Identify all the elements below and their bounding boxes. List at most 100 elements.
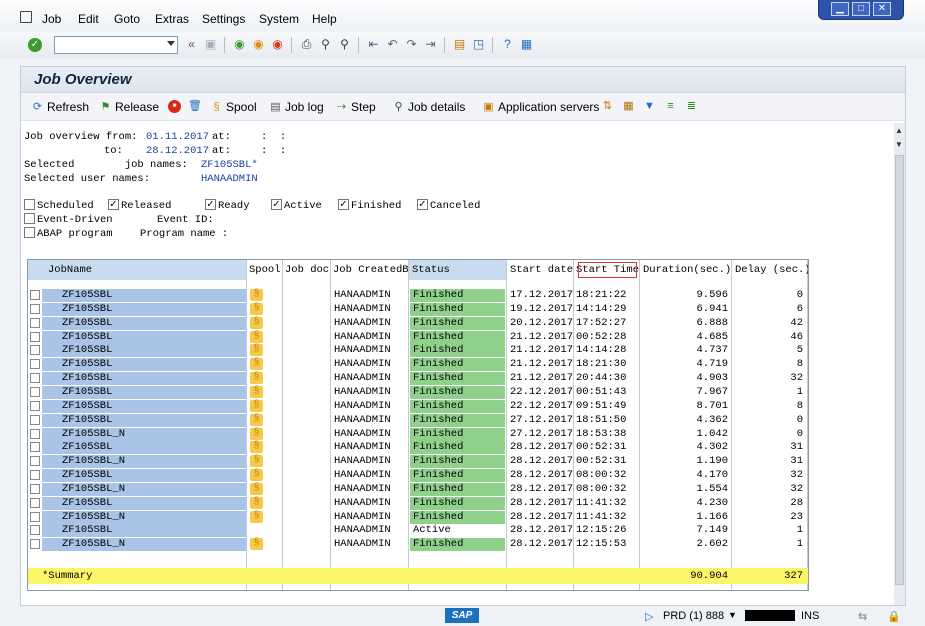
column-header-status[interactable]: Status <box>409 260 506 280</box>
row-select-checkbox[interactable] <box>30 442 40 453</box>
release-button[interactable]: ⚑ Release <box>99 100 159 114</box>
spool-icon[interactable]: § <box>250 469 263 482</box>
table-row[interactable]: ZF105SBL_N § HANAADMIN Finished 28.12.2017 12… <box>28 538 808 552</box>
row-select-checkbox[interactable] <box>30 511 40 522</box>
exit-icon[interactable]: ◉ <box>251 37 266 52</box>
table-row[interactable]: ZF105SBL § HANAADMIN Finished 21.12.2017 20:4… <box>28 372 808 386</box>
column-header-jobname[interactable]: JobName <box>28 260 246 280</box>
spool-icon[interactable]: § <box>250 372 263 385</box>
row-select-checkbox[interactable] <box>30 539 40 550</box>
jobname-cell[interactable]: ZF105SBL <box>42 358 246 372</box>
menu-extras[interactable]: Extras <box>155 12 189 26</box>
vertical-scrollbar[interactable]: ▲ ▼ <box>894 123 905 605</box>
table-row[interactable]: ZF105SBL § HANAADMIN Finished 21.12.2017 14:1… <box>28 344 808 358</box>
jobname-cell[interactable]: ZF105SBL <box>42 330 246 344</box>
scroll-up-icon[interactable]: ▲ <box>895 126 903 135</box>
delete-button[interactable]: 🗑 <box>188 100 202 113</box>
scheduled-checkbox[interactable] <box>24 199 35 210</box>
jobname-cell[interactable]: ZF105SBL <box>42 441 246 455</box>
column-header-start-date[interactable]: Start date <box>510 260 574 280</box>
menu-goto[interactable]: Goto <box>114 12 140 26</box>
row-select-checkbox[interactable] <box>30 373 40 384</box>
table-row[interactable]: ZF105SBL § HANAADMIN Finished 28.12.2017 00:5… <box>28 441 808 455</box>
row-select-checkbox[interactable] <box>30 414 40 425</box>
released-checkbox[interactable] <box>108 197 119 211</box>
column-header-start-time[interactable]: Start Time <box>576 260 639 280</box>
jobname-cell[interactable]: ZF105SBL <box>42 289 246 302</box>
jobname-cell[interactable]: ZF105SBL <box>42 372 246 386</box>
jobname-cell[interactable]: ZF105SBL_N <box>42 427 246 441</box>
table-row[interactable]: ZF105SBL_N § HANAADMIN Finished 28.12.2017 00… <box>28 455 808 469</box>
menu-help[interactable]: Help <box>312 12 337 26</box>
scroll-up-icon[interactable]: ▼ <box>895 140 903 149</box>
find-next-icon[interactable]: ⚲ <box>337 37 352 52</box>
row-select-checkbox[interactable] <box>30 331 40 342</box>
active-checkbox[interactable] <box>271 197 282 211</box>
application-servers-button[interactable]: ▣ Application servers <box>482 100 599 114</box>
table-row[interactable]: ZF105SBL § HANAADMIN Finished 22.12.2017 00:5… <box>28 385 808 400</box>
jobname-cell[interactable]: ZF105SBL <box>42 399 246 413</box>
minimize-icon[interactable]: ▁ <box>831 2 849 16</box>
jobname-cell[interactable]: ZF105SBL <box>42 496 246 510</box>
enter-icon[interactable]: ✓ <box>28 38 42 52</box>
layout-button[interactable]: ▦ <box>622 100 635 113</box>
menu-settings[interactable]: Settings <box>202 12 245 26</box>
spool-icon[interactable]: § <box>250 385 263 398</box>
row-select-checkbox[interactable] <box>30 483 40 494</box>
play-icon[interactable]: ▷ <box>645 610 653 623</box>
table-row[interactable]: ZF105SBL § HANAADMIN Finished 28.12.2017 08:0… <box>28 469 808 483</box>
spool-icon[interactable]: § <box>250 316 263 329</box>
layout-icon[interactable]: ⇆ <box>858 610 867 623</box>
table-row[interactable]: ZF105SBL_N § HANAADMIN Finished 28.12.2017 08… <box>28 482 808 497</box>
table-row[interactable]: ZF105SBL § HANAADMIN Finished 28.12.2017 11:4… <box>28 496 808 511</box>
jobname-cell[interactable]: ZF105SBL_N <box>42 455 246 469</box>
column-header-spool[interactable]: Spool <box>249 260 283 280</box>
chevron-down-icon[interactable] <box>167 41 175 46</box>
jobname-cell[interactable]: ZF105SBL_N <box>42 538 246 552</box>
spool-icon[interactable]: § <box>250 427 263 440</box>
table-row[interactable]: ZF105SBL_N § HANAADMIN Finished 28.12.2017 11… <box>28 510 808 525</box>
table-row[interactable]: ZF105SBL § HANAADMIN Finished 27.12.2017 18:5… <box>28 413 808 428</box>
subtotal-button[interactable]: ≣ <box>685 100 698 113</box>
finished-checkbox[interactable] <box>338 197 349 211</box>
jobname-cell[interactable]: ZF105SBL <box>42 385 246 399</box>
stop-button[interactable]: ■ <box>168 100 181 113</box>
spool-icon[interactable]: § <box>250 455 263 468</box>
spool-icon[interactable]: § <box>250 358 263 371</box>
jobname-cell[interactable]: ZF105SBL <box>42 524 246 538</box>
row-select-checkbox[interactable] <box>30 497 40 508</box>
row-select-checkbox[interactable] <box>30 428 40 439</box>
shortcut-icon[interactable]: ◳ <box>471 37 486 52</box>
spool-button[interactable]: § Spool <box>210 100 256 114</box>
cancel-icon[interactable]: ◉ <box>270 37 285 52</box>
spool-icon[interactable]: § <box>250 399 263 412</box>
refresh-button[interactable]: ⟳ Refresh <box>31 100 89 114</box>
sort-button[interactable]: ⇅ <box>601 100 614 113</box>
table-row[interactable]: ZF105SBL_N § HANAADMIN Finished 27.12.2017 18… <box>28 427 808 442</box>
ready-checkbox[interactable] <box>205 197 216 211</box>
event-driven-checkbox[interactable] <box>24 213 35 224</box>
step-button[interactable]: ⇢ Step <box>335 100 376 114</box>
spool-icon[interactable]: § <box>250 289 263 301</box>
job-details-button[interactable]: ⚲ Job details <box>392 100 465 114</box>
lock-icon[interactable]: 🔒 <box>887 610 901 623</box>
chevron-down-icon[interactable]: ▼ <box>728 610 737 620</box>
table-row[interactable]: ZF105SBL § HANAADMIN Finished 19.12.2017 14:1… <box>28 302 808 317</box>
save-icon[interactable]: ▣ <box>203 37 218 52</box>
find-icon[interactable]: ⚲ <box>318 37 333 52</box>
previous-page-icon[interactable]: ↶ <box>385 37 400 52</box>
filter-button[interactable]: ▼ <box>643 100 656 113</box>
table-row[interactable]: ZF105SBL § HANAADMIN Finished 21.12.2017 18:2… <box>28 358 808 372</box>
double-left-icon[interactable]: « <box>184 37 199 52</box>
row-select-checkbox[interactable] <box>30 303 40 314</box>
row-select-checkbox[interactable] <box>30 317 40 328</box>
maximize-icon[interactable]: □ <box>852 2 870 16</box>
canceled-checkbox[interactable] <box>417 197 428 211</box>
print-icon[interactable]: ⎙ <box>299 37 314 52</box>
column-header-job-doc[interactable]: Job doc <box>285 260 331 280</box>
spool-icon[interactable]: § <box>250 496 263 509</box>
spool-icon[interactable]: § <box>250 482 263 495</box>
sum-button[interactable]: ≡ <box>664 100 677 113</box>
first-page-icon[interactable]: ⇤ <box>366 37 381 52</box>
row-select-checkbox[interactable] <box>30 456 40 467</box>
